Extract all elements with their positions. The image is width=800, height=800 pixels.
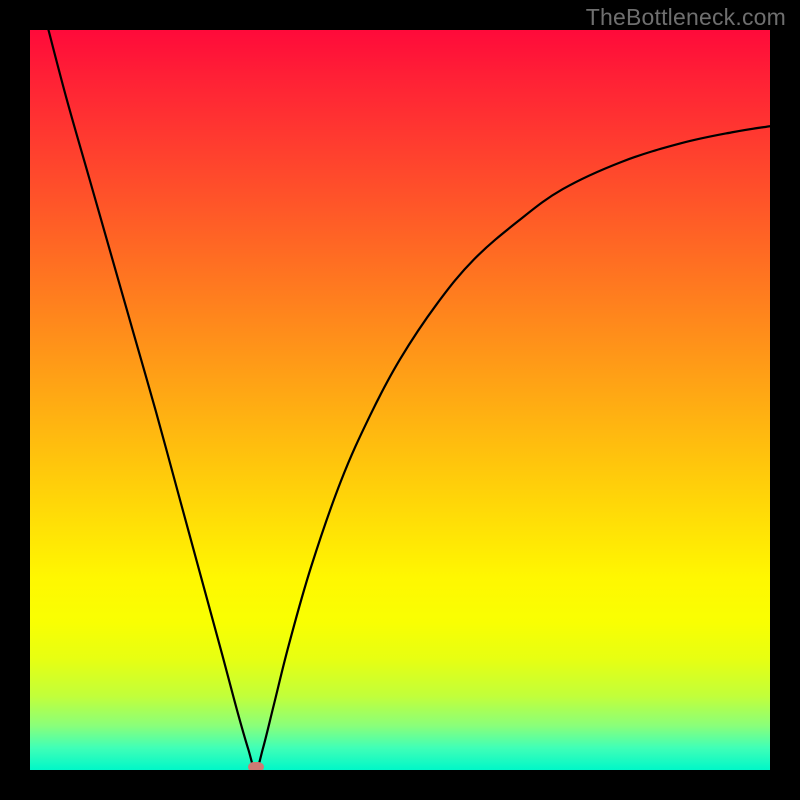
chart-frame: TheBottleneck.com (0, 0, 800, 800)
watermark-text: TheBottleneck.com (586, 4, 786, 31)
bottleneck-curve (30, 30, 770, 770)
plot-area (30, 30, 770, 770)
minimum-marker (248, 762, 264, 770)
